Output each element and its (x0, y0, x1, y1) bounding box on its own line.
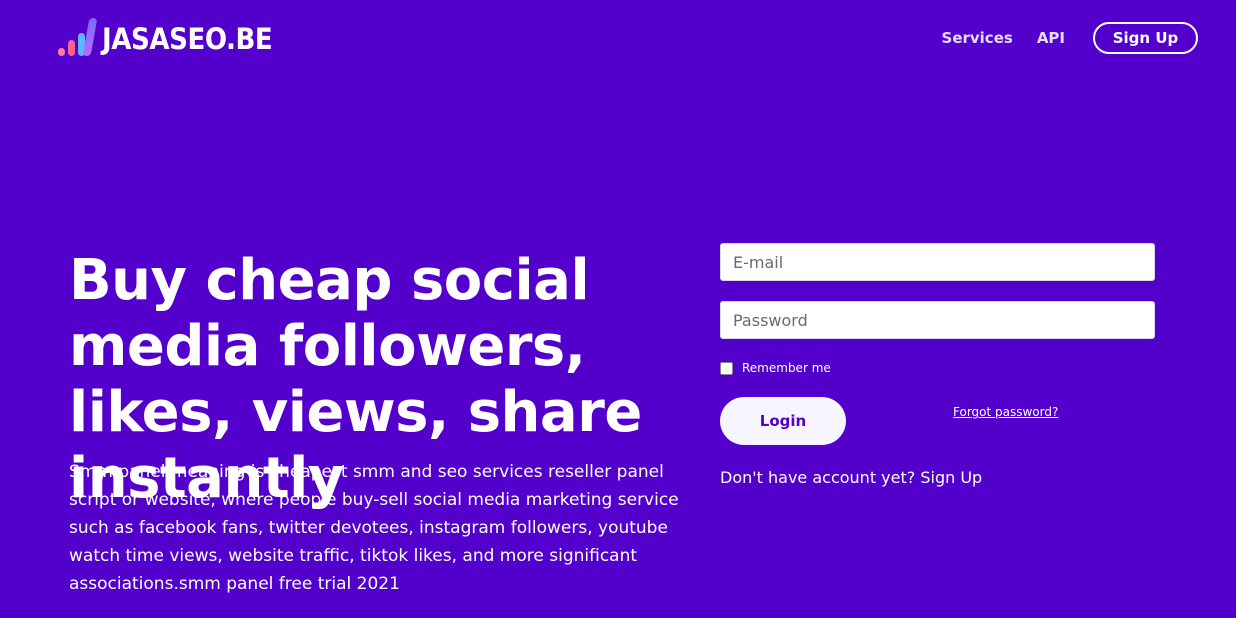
signup-prompt[interactable]: Don't have account yet? Sign Up (720, 468, 1155, 487)
email-field-wrapper (720, 243, 1155, 281)
brand-logo[interactable]: JASASEO.BE (58, 18, 291, 60)
remember-me-checkbox[interactable] (720, 361, 733, 375)
remember-me-row: Remember me (720, 359, 1155, 377)
form-actions: Login Forgot password? (720, 397, 1155, 445)
forgot-password-link[interactable]: Forgot password? (953, 405, 1058, 419)
login-button[interactable]: Login (720, 397, 846, 445)
bar-chart-logo-icon (58, 18, 98, 60)
nav-services-link[interactable]: Services (942, 29, 1013, 47)
top-nav: Services API Sign Up (942, 22, 1198, 54)
nav-signup-button[interactable]: Sign Up (1093, 22, 1198, 54)
remember-me-label[interactable]: Remember me (742, 361, 831, 375)
email-field[interactable] (721, 244, 1154, 280)
password-field-wrapper (720, 301, 1155, 339)
hero-description: Smm panel meaning is cheapest smm and se… (69, 462, 679, 594)
password-field[interactable] (721, 302, 1154, 338)
login-form: Remember me Login Forgot password? Don't… (720, 243, 1155, 487)
nav-api-link[interactable]: API (1037, 29, 1065, 47)
brand-name: JASASEO.BE (102, 22, 273, 56)
